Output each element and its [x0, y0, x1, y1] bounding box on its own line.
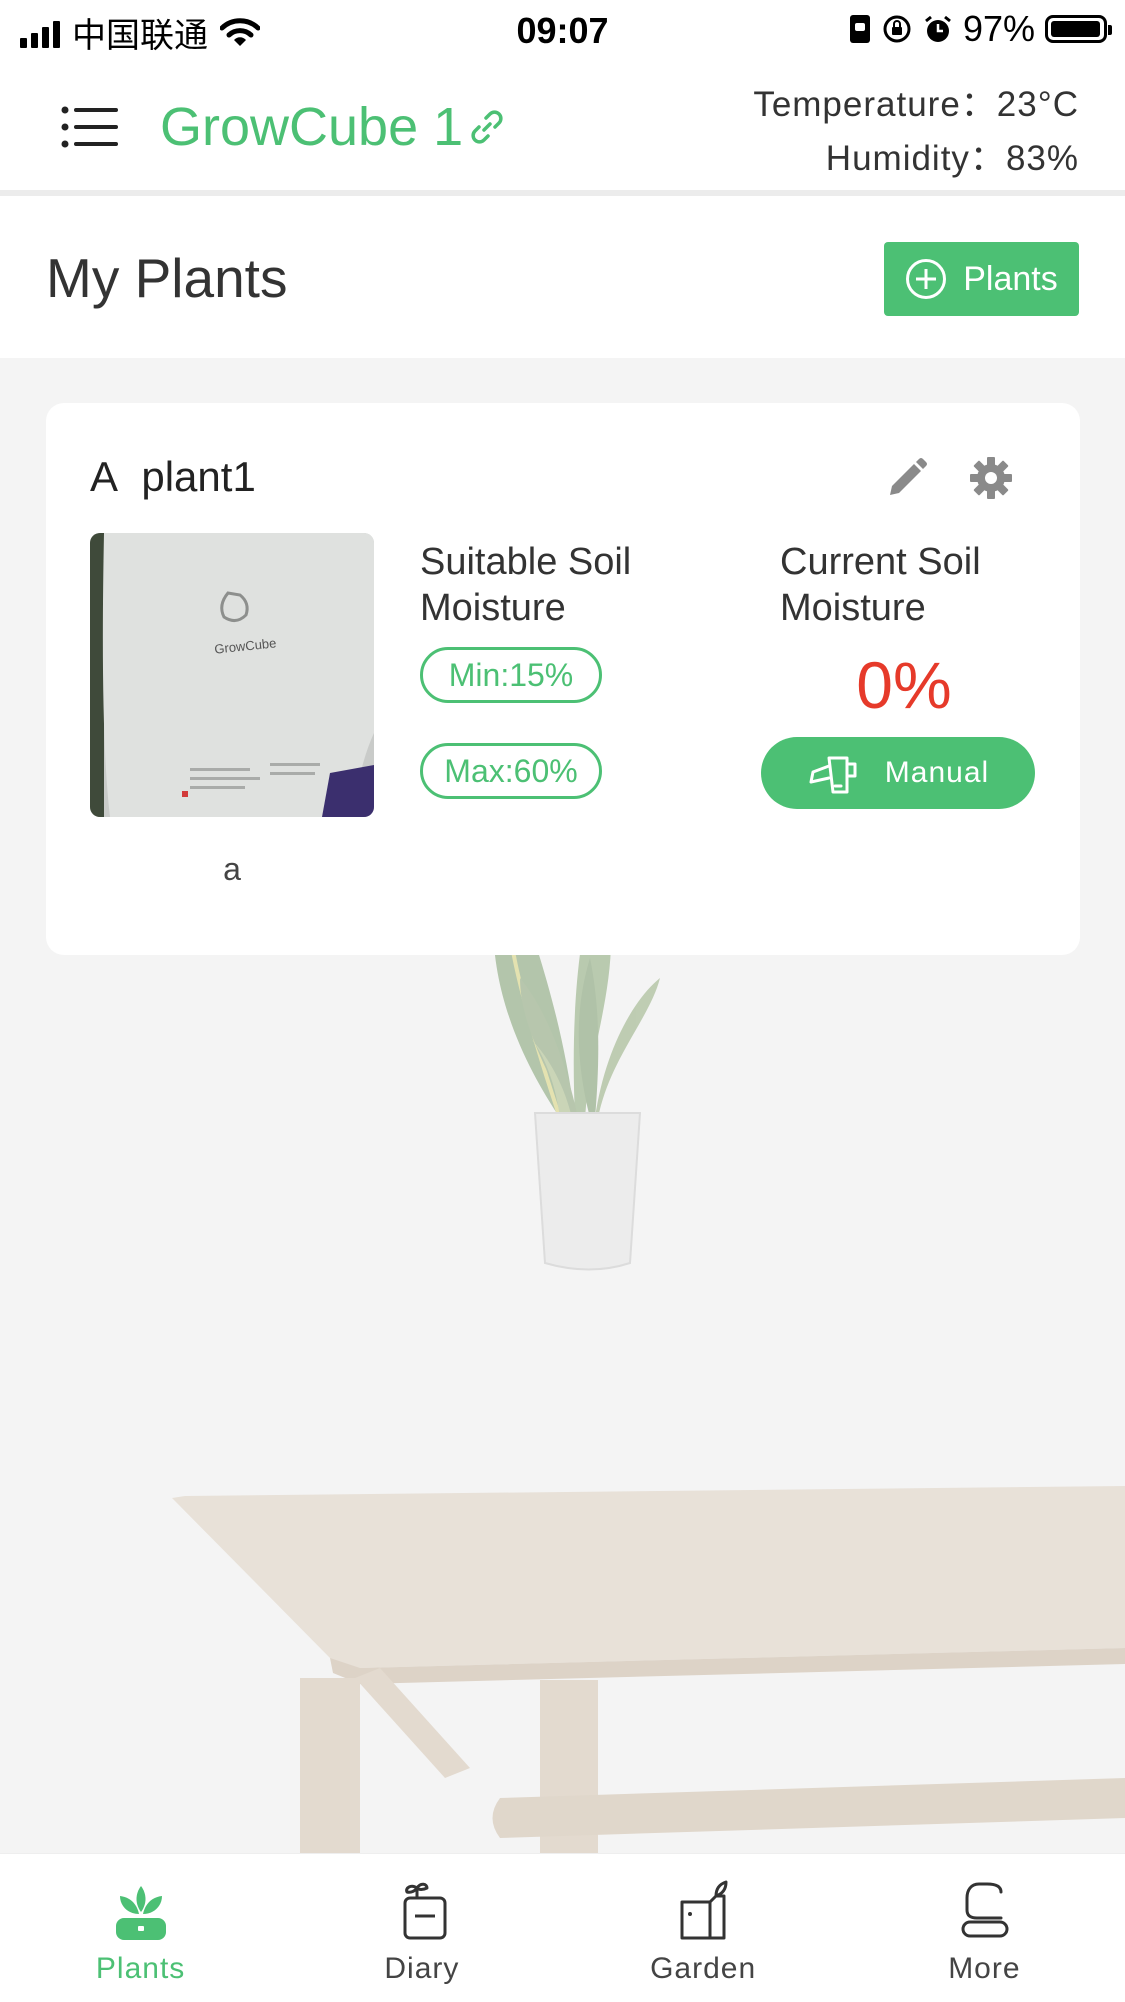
- alarm-icon: [925, 15, 951, 42]
- tab-more-label: More: [948, 1952, 1021, 1985]
- max-moisture-text: Max:60%: [444, 752, 578, 789]
- suitable-moisture-label: Suitable Soil Moisture: [420, 541, 632, 629]
- device-title[interactable]: GrowCube 1: [160, 96, 505, 158]
- plant-photo[interactable]: GrowCube: [90, 533, 374, 817]
- add-plants-label: Plants: [963, 259, 1058, 298]
- garden-icon: [680, 1880, 728, 1940]
- hamburger-menu-icon[interactable]: [60, 102, 120, 152]
- current-moisture-label: Current Soil Moisture: [780, 541, 981, 629]
- humidity-label: Humidity：: [825, 139, 1006, 178]
- environment-readout: Temperature：23°C Humidity：83%: [753, 78, 1079, 186]
- edit-icon[interactable]: [884, 455, 930, 501]
- tab-plants[interactable]: Plants: [0, 1854, 281, 2002]
- humidity-row: Humidity：83%: [753, 132, 1079, 186]
- status-bar: 中国联通 09:07 97%: [0, 0, 1125, 62]
- battery-percent: 97%: [962, 8, 1035, 49]
- temperature-value: 23°C: [996, 85, 1079, 124]
- bottom-tab-bar: Plants Diary Garden More: [0, 1853, 1125, 2002]
- more-icon: [961, 1882, 1009, 1938]
- min-moisture-text: Min:15%: [448, 656, 574, 693]
- battery-icon: [1045, 15, 1112, 43]
- photo-caption: a: [223, 851, 241, 887]
- link-icon: [471, 110, 503, 144]
- temperature-label: Temperature：: [753, 85, 997, 124]
- watering-can-icon: [809, 756, 857, 794]
- plant-name: A plant1: [90, 453, 256, 500]
- portrait-lock-icon: [849, 15, 870, 43]
- current-moisture-value: 0%: [856, 648, 952, 722]
- manual-water-button[interactable]: Manual: [761, 737, 1035, 809]
- manual-button-label: Manual: [884, 756, 990, 789]
- temperature-row: Temperature：23°C: [753, 78, 1079, 132]
- device-title-text: GrowCube 1: [160, 97, 464, 157]
- add-plants-button[interactable]: Plants: [884, 242, 1079, 316]
- tab-garden[interactable]: Garden: [563, 1854, 844, 2002]
- max-moisture-badge: Max:60%: [420, 743, 602, 799]
- my-plants-header: My Plants Plants: [0, 196, 1125, 358]
- tab-plants-label: Plants: [95, 1952, 186, 1985]
- min-moisture-badge: Min:15%: [420, 647, 602, 703]
- gear-icon[interactable]: [968, 455, 1014, 501]
- status-right: 97%: [849, 8, 1112, 50]
- plant-card[interactable]: A plant1 GrowCube a Suitable Soil Moistu…: [46, 403, 1080, 955]
- tab-diary-label: Diary: [384, 1952, 460, 1985]
- plants-icon: [115, 1886, 166, 1940]
- section-title: My Plants: [46, 247, 288, 309]
- diary-icon: [403, 1882, 447, 1940]
- tab-more[interactable]: More: [844, 1854, 1125, 2002]
- tab-diary[interactable]: Diary: [281, 1854, 562, 2002]
- rotation-lock-icon: [883, 15, 911, 43]
- humidity-value: 83%: [1005, 139, 1079, 178]
- app-header: GrowCube 1 Temperature：23°C Humidity：83%: [0, 62, 1125, 196]
- tab-garden-label: Garden: [650, 1952, 757, 1985]
- plus-circle-icon: [906, 259, 947, 299]
